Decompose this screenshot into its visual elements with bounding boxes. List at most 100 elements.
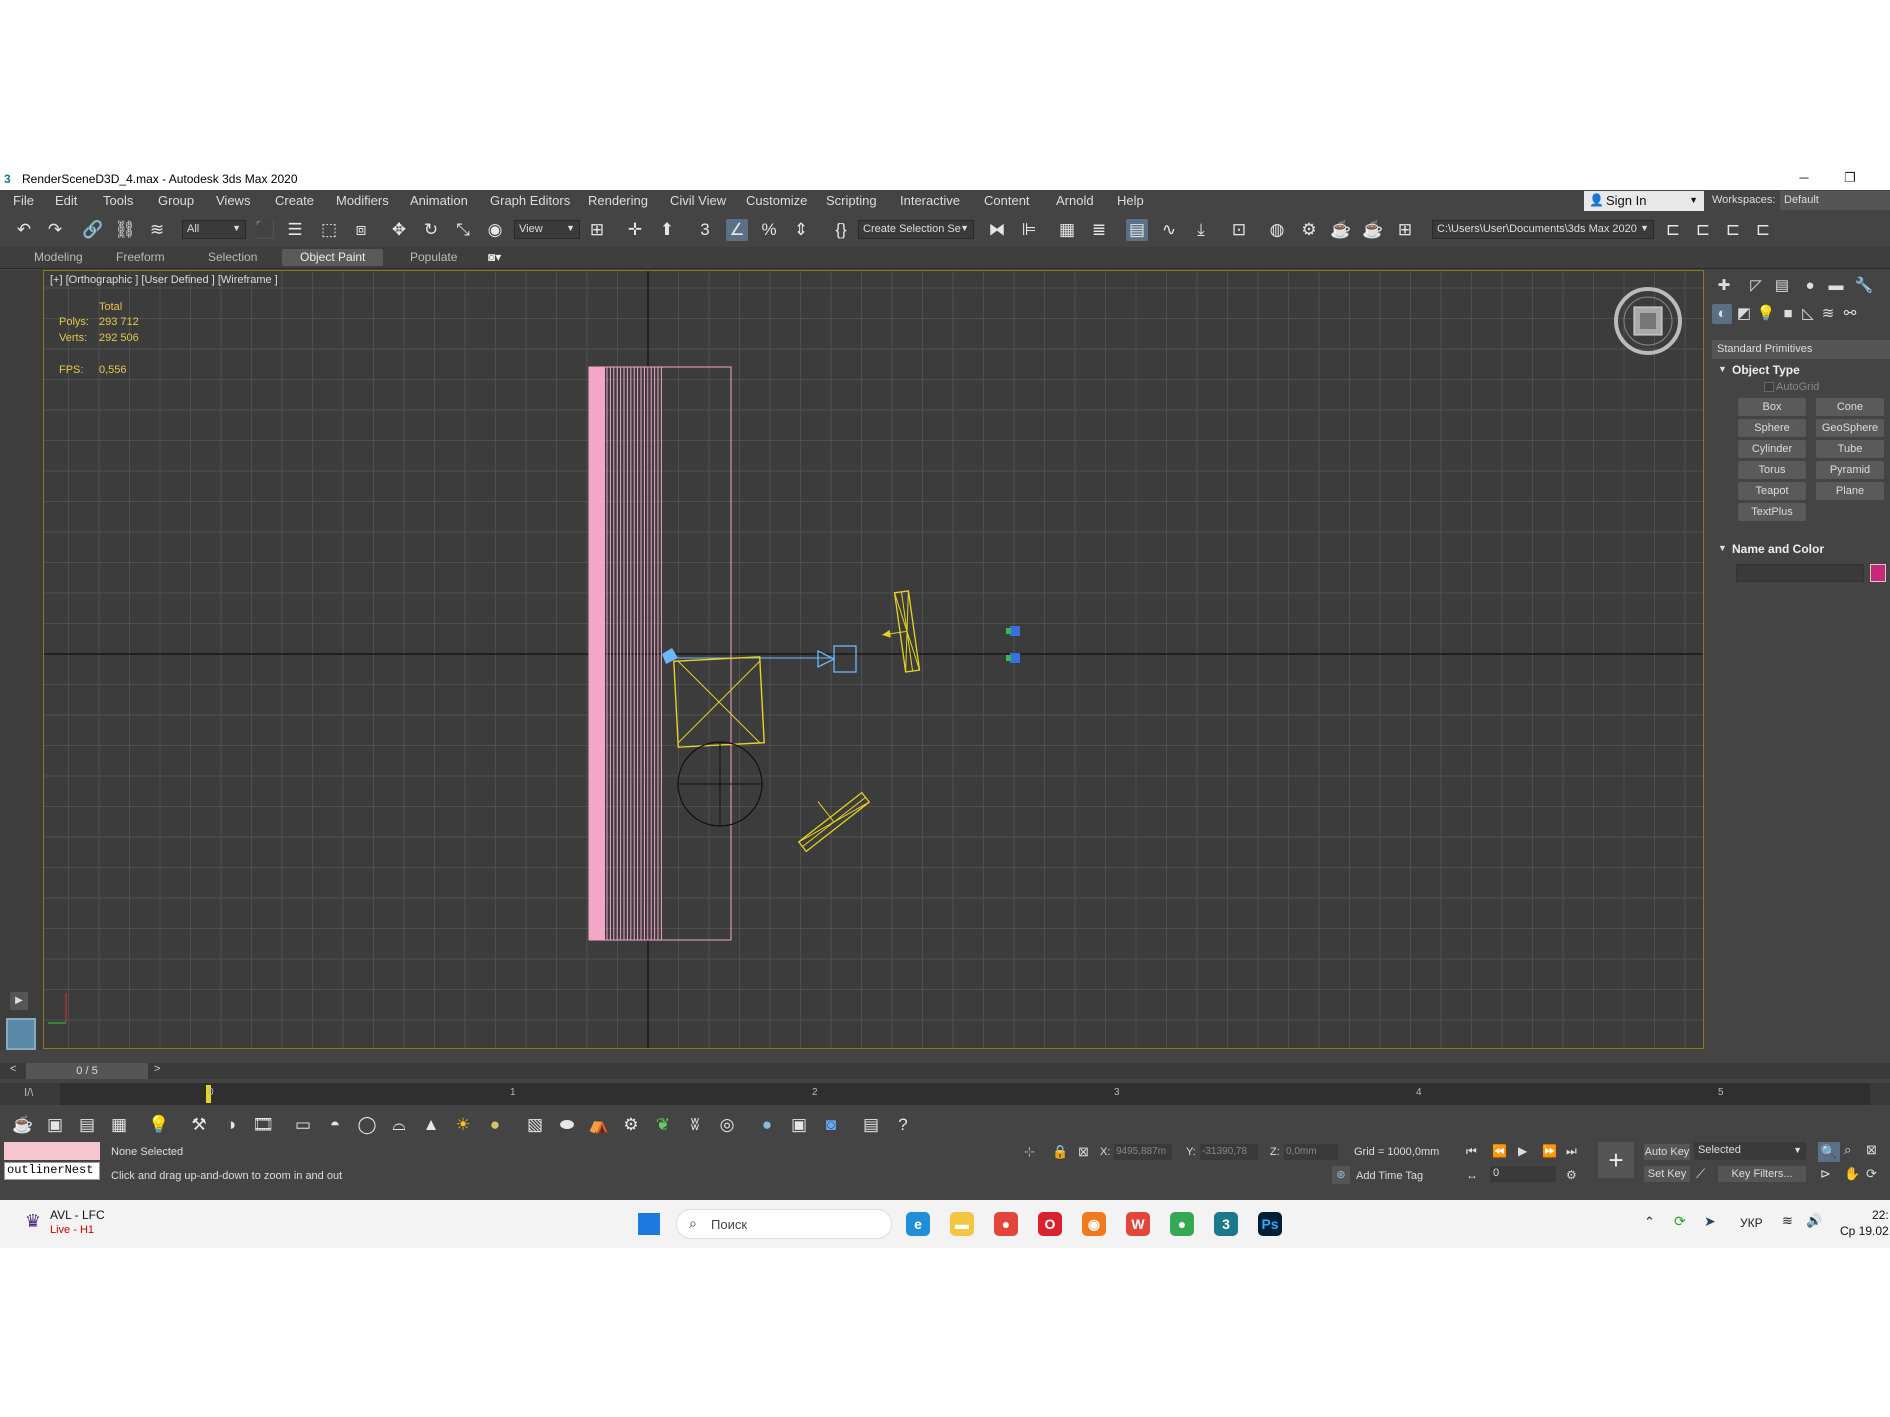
render-icon[interactable]: ☕	[1362, 219, 1384, 241]
tab-object-paint[interactable]: Object Paint	[282, 249, 384, 266]
photoshop-icon[interactable]: Ps	[1258, 1212, 1282, 1236]
current-frame-field[interactable]: 0	[1490, 1166, 1556, 1182]
scene-list-icon[interactable]: ▤	[76, 1114, 98, 1136]
workspace-dropdown[interactable]: Default	[1780, 191, 1890, 210]
menu-civil-view[interactable]: Civil View	[670, 193, 726, 208]
tube-button[interactable]: Tube	[1816, 440, 1884, 458]
key-mode-dropdown[interactable]: Selected ▼	[1694, 1142, 1806, 1160]
percent-snap-icon[interactable]: %	[758, 219, 780, 241]
snaps-toggle-icon[interactable]: 3	[694, 219, 716, 241]
premier-league-icon[interactable]: ♛	[22, 1211, 44, 1233]
slate-icon[interactable]: ▣	[788, 1114, 810, 1136]
menu-content[interactable]: Content	[984, 193, 1030, 208]
edge-icon[interactable]: e	[906, 1212, 930, 1236]
play-icon[interactable]: ▶	[1518, 1144, 1527, 1158]
name-color-title[interactable]: Name and Color	[1732, 542, 1824, 556]
render-setup-icon[interactable]: ⚙	[1298, 219, 1320, 241]
primitive-category-dropdown[interactable]: Standard Primitives	[1712, 340, 1890, 359]
pyramid-button[interactable]: Pyramid	[1816, 461, 1884, 479]
set-key-button[interactable]: Set Key	[1644, 1166, 1690, 1182]
lights-icon[interactable]: 💡	[1756, 304, 1776, 324]
textplus-button[interactable]: TextPlus	[1738, 503, 1806, 521]
add-time-tag[interactable]: Add Time Tag	[1356, 1170, 1423, 1182]
project-manage-icon[interactable]: ⊏	[1752, 219, 1774, 241]
material-sphere-icon[interactable]: ●	[756, 1114, 778, 1136]
redo-icon[interactable]: ↷	[44, 219, 66, 241]
next-frame-icon[interactable]: ⏩	[1542, 1144, 1557, 1158]
basket-icon[interactable]: ⌓	[388, 1114, 410, 1136]
cone-object-icon[interactable]: ▲	[420, 1114, 442, 1136]
menu-rendering[interactable]: Rendering	[588, 193, 648, 208]
time-slider[interactable]: < 0 / 5 >	[0, 1063, 1890, 1079]
menu-interactive[interactable]: Interactive	[900, 193, 960, 208]
menu-graph-editors[interactable]: Graph Editors	[490, 193, 570, 208]
menu-help[interactable]: Help	[1117, 193, 1144, 208]
plant-icon[interactable]: ❦	[652, 1114, 674, 1136]
telegram-icon[interactable]: ➤	[1704, 1213, 1716, 1230]
windows-start-icon[interactable]	[638, 1213, 660, 1235]
film-icon[interactable]: 🎞	[252, 1114, 274, 1136]
mirror-icon[interactable]: ⧓	[986, 219, 1008, 241]
tent-icon[interactable]: ⛺	[588, 1114, 610, 1136]
teapot-button[interactable]: Teapot	[1738, 482, 1806, 500]
select-by-name-icon[interactable]: ☰	[284, 219, 306, 241]
language-indicator[interactable]: УКР	[1740, 1216, 1763, 1230]
tab-populate[interactable]: Populate	[410, 250, 457, 264]
selection-filter-dropdown[interactable]: All ▼	[182, 220, 246, 239]
y-field[interactable]: -31390,78	[1200, 1144, 1258, 1160]
motion-tab-icon[interactable]: ●	[1800, 276, 1820, 296]
capsule-icon[interactable]: ⬬	[556, 1114, 578, 1136]
cameras-icon[interactable]: ■	[1778, 304, 1798, 324]
rotate-icon[interactable]: ↻	[420, 219, 442, 241]
clock-time[interactable]: 22:	[1872, 1208, 1889, 1222]
time-prev-icon[interactable]: <	[10, 1063, 16, 1075]
object-color-swatch[interactable]	[1870, 564, 1886, 582]
object-type-title[interactable]: Object Type	[1732, 363, 1800, 377]
tab-modeling[interactable]: Modeling	[34, 250, 83, 264]
viewport-label[interactable]: [+] [Orthographic ] [User Defined ] [Wir…	[50, 274, 278, 286]
previous-frame-icon[interactable]: ⏪	[1492, 1144, 1507, 1158]
x-field[interactable]: 9495,887m	[1114, 1144, 1172, 1160]
menu-tools[interactable]: Tools	[103, 193, 133, 208]
3ds-max-icon[interactable]: 3	[1214, 1212, 1238, 1236]
teapot-icon[interactable]: ☕	[12, 1114, 34, 1136]
sphere-object-icon[interactable]: ◯	[356, 1114, 378, 1136]
menu-arnold[interactable]: Arnold	[1056, 193, 1094, 208]
help-icon[interactable]: ?	[892, 1114, 914, 1136]
frame-counter[interactable]: 0 / 5	[26, 1063, 148, 1079]
curve-editor-icon[interactable]: ∿	[1158, 219, 1180, 241]
plane-button[interactable]: Plane	[1816, 482, 1884, 500]
menu-modifiers[interactable]: Modifiers	[336, 193, 389, 208]
scene-explorer-icon[interactable]: ▦	[1056, 219, 1078, 241]
grid-object-icon[interactable]: ▧	[524, 1114, 546, 1136]
create-tab-icon[interactable]: ✚	[1714, 276, 1734, 296]
time-config-icon[interactable]: ⚙	[1566, 1168, 1577, 1182]
volume-speaker-icon[interactable]: 🔊	[1806, 1213, 1822, 1229]
sphere-button[interactable]: Sphere	[1738, 419, 1806, 437]
layer-explorer-icon[interactable]: ≣	[1088, 219, 1110, 241]
zoom-all-icon[interactable]: ⌕	[1844, 1142, 1851, 1158]
sync-icon[interactable]: ⟳	[1674, 1213, 1686, 1230]
display-tab-icon[interactable]: ▬	[1826, 276, 1846, 296]
viewport-canvas[interactable]	[44, 271, 1704, 1049]
utilities-tab-icon[interactable]: 🔧	[1854, 276, 1874, 296]
spacewarps-icon[interactable]: ≋	[1818, 304, 1838, 324]
field-of-view-icon[interactable]: ⊳	[1820, 1166, 1831, 1182]
maximize-button[interactable]: ❐	[1830, 170, 1870, 188]
sign-in-button[interactable]: 👤 Sign In ▼	[1584, 191, 1704, 211]
minimize-button[interactable]: ─	[1784, 170, 1824, 188]
rendered-frame-icon[interactable]: ☕	[1330, 219, 1352, 241]
key-filters-button[interactable]: Key Filters...	[1718, 1166, 1806, 1182]
undo-icon[interactable]: ↶	[13, 219, 35, 241]
key-tangents-icon[interactable]: ⟋	[1696, 1166, 1705, 1182]
project-folder-icon[interactable]: ⊏	[1662, 219, 1684, 241]
select-manipulate-icon[interactable]: ✛	[624, 219, 646, 241]
schematic-view-icon[interactable]: ⊡	[1228, 219, 1250, 241]
file-explorer-icon[interactable]: ▬	[950, 1212, 974, 1236]
hierarchy-tab-icon[interactable]: ▤	[1772, 276, 1792, 296]
clock-date[interactable]: Ср 19.02.	[1840, 1224, 1890, 1238]
material-editor-icon[interactable]: ◍	[1266, 219, 1288, 241]
menu-animation[interactable]: Animation	[410, 193, 468, 208]
ribbon-options-icon[interactable]: ◙▾	[488, 250, 501, 264]
opera-icon[interactable]: O	[1038, 1212, 1062, 1236]
